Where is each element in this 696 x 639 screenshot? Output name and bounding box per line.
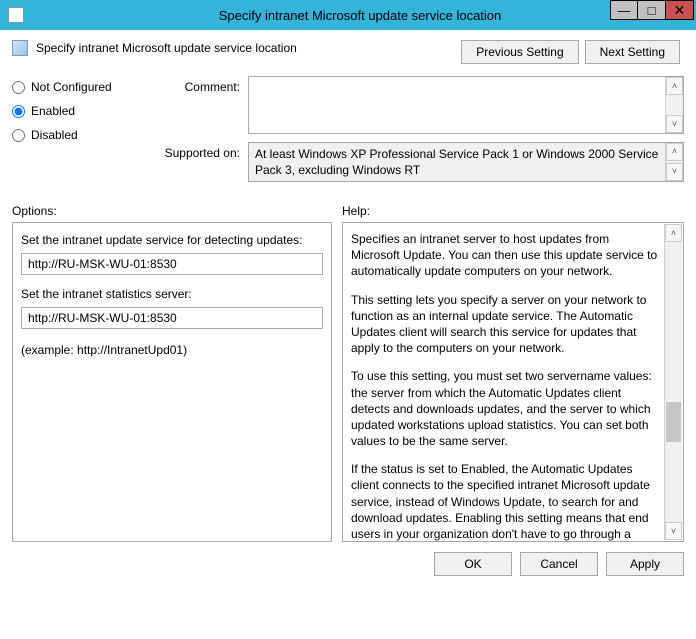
stats-server-label: Set the intranet statistics server: — [21, 287, 323, 301]
radio-enabled-label: Enabled — [31, 104, 75, 118]
window-title: Specify intranet Microsoft update servic… — [24, 8, 696, 23]
scroll-down-icon[interactable]: ˅ — [665, 522, 682, 540]
help-section-label: Help: — [342, 204, 370, 218]
help-paragraph: If the status is set to Enabled, the Aut… — [351, 461, 659, 542]
policy-title: Specify intranet Microsoft update servic… — [36, 41, 297, 55]
close-button[interactable]: ✕ — [666, 0, 694, 20]
help-paragraph: Specifies an intranet server to host upd… — [351, 231, 659, 280]
cancel-button[interactable]: Cancel — [520, 552, 598, 576]
radio-enabled-input[interactable] — [12, 105, 25, 118]
help-paragraph: To use this setting, you must set two se… — [351, 368, 659, 449]
supported-on-value: At least Windows XP Professional Service… — [255, 147, 658, 177]
previous-setting-button[interactable]: Previous Setting — [461, 40, 578, 64]
comment-textarea[interactable]: ˄ ˅ — [248, 76, 684, 134]
help-pane: Specifies an intranet server to host upd… — [342, 222, 684, 542]
example-text: (example: http://IntranetUpd01) — [21, 343, 323, 357]
ok-button[interactable]: OK — [434, 552, 512, 576]
comment-label: Comment: — [158, 76, 248, 94]
radio-disabled-input[interactable] — [12, 129, 25, 142]
radio-not-configured-label: Not Configured — [31, 80, 112, 94]
scroll-up-icon[interactable]: ˄ — [666, 77, 683, 95]
radio-not-configured-input[interactable] — [12, 81, 25, 94]
options-section-label: Options: — [12, 204, 342, 218]
detect-service-input[interactable] — [21, 253, 323, 275]
apply-button[interactable]: Apply — [606, 552, 684, 576]
policy-icon — [12, 40, 28, 56]
next-setting-button[interactable]: Next Setting — [585, 40, 680, 64]
help-paragraph: This setting lets you specify a server o… — [351, 292, 659, 357]
scroll-up-icon[interactable]: ˄ — [665, 224, 682, 242]
scroll-thumb[interactable] — [666, 402, 681, 442]
comment-scrollbar[interactable]: ˄ ˅ — [665, 77, 683, 133]
radio-disabled[interactable]: Disabled — [12, 128, 142, 142]
detect-service-label: Set the intranet update service for dete… — [21, 233, 323, 247]
app-icon — [8, 7, 24, 23]
window-buttons: — □ ✕ — [610, 0, 694, 20]
supported-on-label: Supported on: — [158, 142, 248, 160]
supported-scrollbar[interactable]: ˄ ˅ — [665, 143, 683, 181]
footer-buttons: OK Cancel Apply — [0, 542, 696, 586]
stats-server-input[interactable] — [21, 307, 323, 329]
radio-enabled[interactable]: Enabled — [12, 104, 142, 118]
scroll-up-icon[interactable]: ˄ — [666, 143, 683, 161]
scroll-down-icon[interactable]: ˅ — [666, 163, 683, 181]
radio-disabled-label: Disabled — [31, 128, 78, 142]
scroll-down-icon[interactable]: ˅ — [666, 115, 683, 133]
help-scrollbar[interactable]: ˄ ˅ — [664, 224, 682, 540]
supported-on-box: At least Windows XP Professional Service… — [248, 142, 684, 182]
radio-not-configured[interactable]: Not Configured — [12, 80, 142, 94]
minimize-button[interactable]: — — [610, 0, 638, 20]
options-pane: Set the intranet update service for dete… — [12, 222, 332, 542]
title-bar: Specify intranet Microsoft update servic… — [0, 0, 696, 30]
maximize-button[interactable]: □ — [638, 0, 666, 20]
